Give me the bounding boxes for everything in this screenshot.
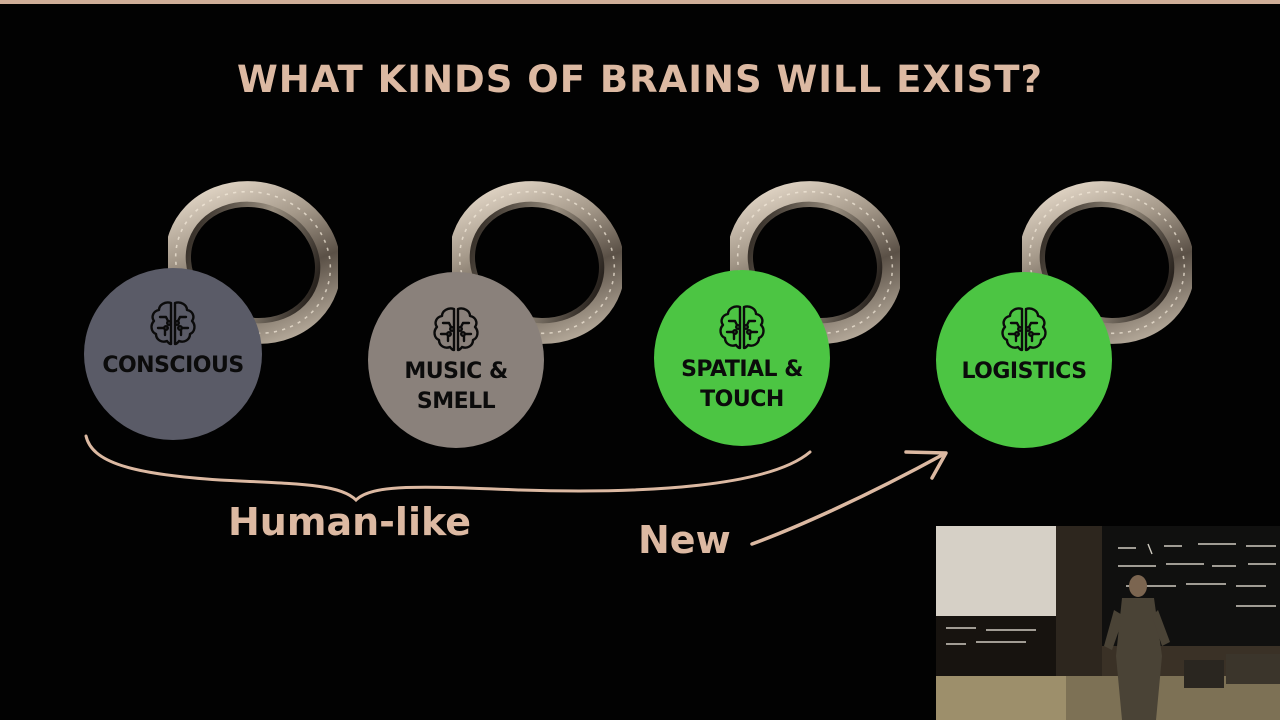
human-like-label: Human-like: [228, 500, 471, 544]
lecture-hall-image: [936, 526, 1280, 720]
new-label: New: [638, 518, 731, 562]
speaker-video-overlay: [936, 526, 1280, 720]
